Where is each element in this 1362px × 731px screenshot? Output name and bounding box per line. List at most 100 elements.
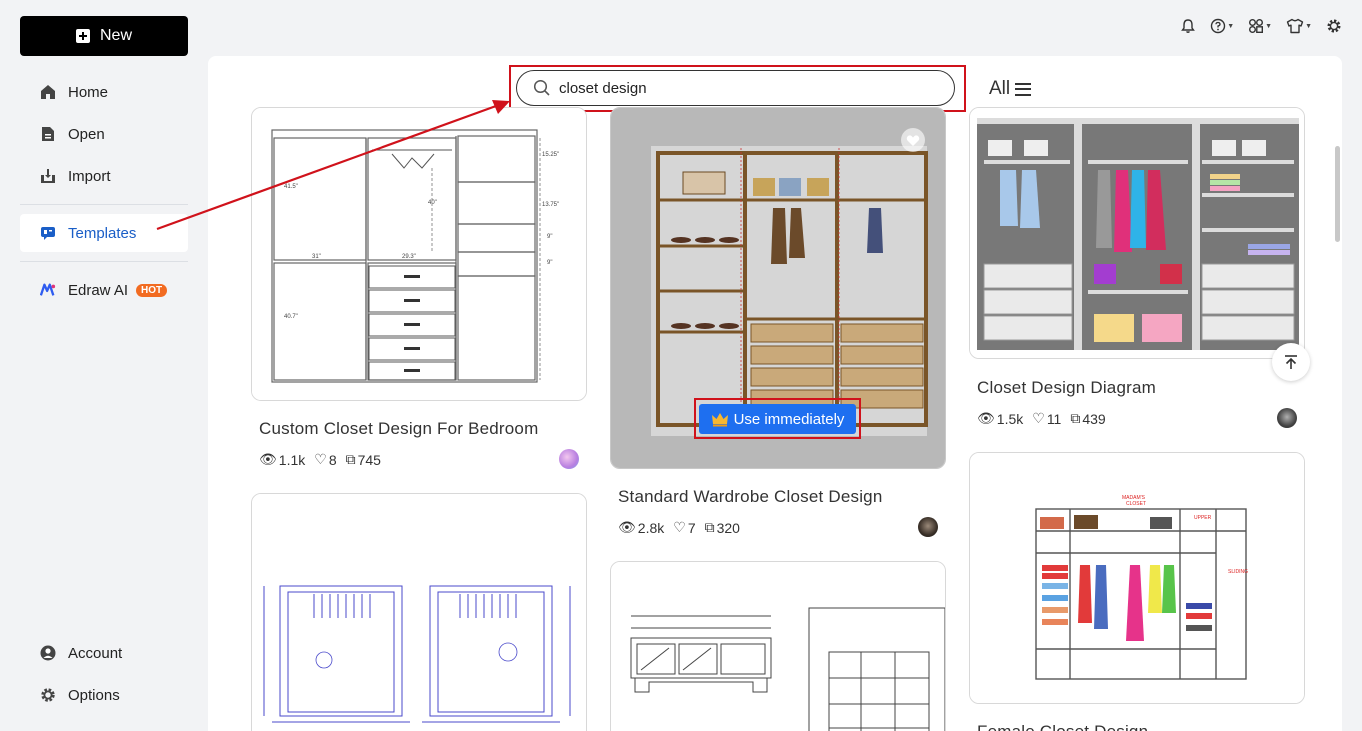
scrollbar[interactable]	[1335, 146, 1340, 242]
template-card-title[interactable]: Custom Closet Design For Bedroom	[259, 419, 538, 439]
template-card-thumbnail[interactable]	[251, 493, 587, 731]
svg-text:9": 9"	[547, 234, 552, 240]
template-card-title[interactable]: Female Closet Design	[977, 722, 1148, 731]
home-icon	[40, 84, 56, 100]
notifications-button[interactable]	[1180, 18, 1196, 34]
author-avatar[interactable]	[559, 449, 579, 469]
sidebar-item-account[interactable]: Account	[20, 634, 188, 672]
views-count: 1.5k	[996, 410, 1024, 427]
sidebar: New Home Open Import Templates Edraw AI …	[0, 0, 208, 731]
theme-button[interactable]: ▼	[1286, 18, 1312, 34]
divider	[20, 261, 188, 262]
template-card-thumbnail[interactable]: MADAM'S CLOSET UPPER SLIDING	[969, 452, 1305, 704]
closet-plan-thumbnail	[611, 562, 945, 731]
template-card-thumbnail[interactable]	[969, 107, 1305, 359]
filter-all-button[interactable]: All	[989, 78, 1032, 100]
eye-icon: 👁	[259, 451, 277, 467]
arrow-up-icon	[1285, 355, 1297, 369]
copies-count: 745	[357, 451, 381, 468]
heart-icon: ♡	[314, 451, 327, 467]
copy-icon: ⧉	[704, 519, 715, 535]
chevron-down-icon: ▼	[1227, 22, 1235, 30]
help-button[interactable]: ▼	[1210, 18, 1234, 34]
svg-text:15.25": 15.25"	[542, 152, 559, 158]
hot-badge: HOT	[136, 283, 168, 297]
author-avatar[interactable]	[918, 517, 938, 537]
blueprint-thumbnail	[252, 494, 586, 731]
favorite-button[interactable]	[901, 128, 925, 152]
search-bar[interactable]	[516, 70, 955, 106]
import-icon	[40, 168, 56, 184]
svg-text:9": 9"	[547, 260, 552, 266]
svg-text:31": 31"	[312, 254, 321, 260]
edraw-ai-icon	[40, 282, 56, 298]
use-immediately-button[interactable]: Use immediately	[699, 404, 856, 434]
eye-icon: 👁	[618, 519, 636, 535]
svg-text:13.75": 13.75"	[542, 202, 559, 208]
sidebar-item-import[interactable]: Import	[20, 157, 188, 195]
help-icon	[1210, 18, 1226, 34]
sidebar-item-label: Account	[68, 644, 123, 662]
template-card-stats: 👁 1.5k ♡ 11 ⧉ 439	[977, 410, 1112, 427]
sidebar-item-label: Open	[68, 125, 105, 143]
copy-icon: ⧉	[345, 451, 356, 467]
template-card-thumbnail[interactable]	[610, 561, 946, 731]
svg-text:29.3": 29.3"	[402, 254, 416, 260]
apps-icon	[1249, 19, 1264, 34]
svg-text:40": 40"	[428, 200, 437, 206]
svg-text:CLOSET: CLOSET	[1126, 501, 1146, 507]
heart-icon: ♡	[1032, 410, 1045, 426]
copies-count: 439	[1082, 410, 1106, 427]
copies-count: 320	[716, 519, 740, 536]
sidebar-item-label: Import	[68, 167, 111, 185]
bell-icon	[1181, 19, 1196, 33]
heart-icon	[906, 134, 920, 146]
scroll-to-top-button[interactable]	[1272, 343, 1310, 381]
sidebar-item-label: Edraw AI	[68, 281, 129, 299]
copy-icon: ⧉	[1070, 410, 1081, 426]
sidebar-item-label: Templates	[68, 224, 137, 242]
template-card-title[interactable]: Standard Wardrobe Closet Design	[618, 487, 882, 507]
search-icon	[533, 79, 550, 96]
sidebar-item-edraw-ai[interactable]: Edraw AI HOT	[20, 271, 188, 309]
crown-icon	[711, 413, 728, 427]
female-closet-thumbnail: MADAM'SCLOSET UPPERSLIDING	[970, 453, 1304, 703]
menu-icon	[1015, 82, 1032, 96]
settings-icon	[1327, 19, 1341, 33]
sidebar-item-label: Home	[68, 83, 109, 101]
sidebar-item-templates[interactable]: Templates	[20, 214, 188, 252]
search-input[interactable]	[559, 79, 919, 97]
author-avatar[interactable]	[1277, 408, 1297, 428]
header-toolbar: ▼ ▼ ▼	[1180, 18, 1342, 34]
sidebar-item-open[interactable]: Open	[20, 115, 188, 153]
template-card-stats: 👁 1.1k ♡ 8 ⧉ 745	[259, 451, 387, 468]
likes-count: 11	[1046, 410, 1062, 427]
likes-count: 7	[687, 519, 696, 536]
sidebar-item-home[interactable]: Home	[20, 73, 188, 111]
divider	[20, 204, 188, 205]
gear-icon	[40, 687, 56, 703]
apps-button[interactable]: ▼	[1248, 18, 1272, 34]
settings-button[interactable]	[1326, 18, 1342, 34]
plus-icon	[75, 29, 90, 43]
closet-drawing-thumbnail: 41.5" 31" 29.3" 40" 15.25" 13.75" 9" 9" 40.7"	[252, 108, 586, 400]
svg-text:41.5": 41.5"	[284, 184, 298, 190]
heart-icon: ♡	[673, 519, 686, 535]
likes-count: 8	[328, 451, 337, 468]
shirt-icon	[1286, 18, 1304, 34]
chevron-down-icon: ▼	[1265, 22, 1273, 30]
template-card-title[interactable]: Closet Design Diagram	[977, 378, 1156, 398]
use-immediately-label: Use immediately	[733, 410, 845, 428]
new-button[interactable]: New	[20, 16, 188, 56]
sidebar-item-options[interactable]: Options	[20, 676, 188, 714]
svg-text:40.7": 40.7"	[284, 314, 298, 320]
template-card-thumbnail[interactable]: 41.5" 31" 29.3" 40" 15.25" 13.75" 9" 9" 40.7"	[251, 107, 587, 401]
account-icon	[40, 645, 56, 661]
closet-diagram-thumbnail	[970, 108, 1304, 358]
eye-icon: 👁	[977, 410, 995, 426]
templates-panel: All	[208, 56, 1342, 731]
new-button-label: New	[99, 27, 132, 44]
svg-text:UPPER: UPPER	[1194, 515, 1212, 521]
template-card-stats: 👁 2.8k ♡ 7 ⧉ 320	[618, 519, 746, 536]
filter-label: All	[989, 78, 1011, 99]
